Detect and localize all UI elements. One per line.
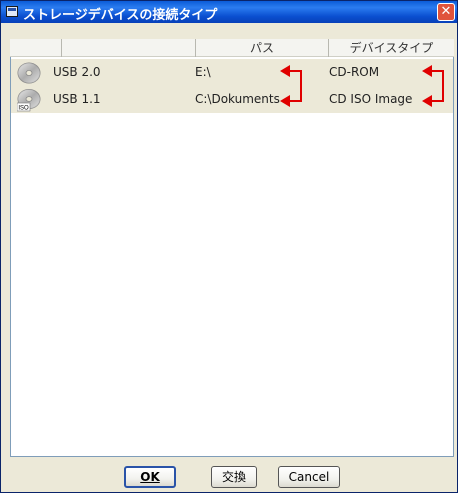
path-swap-arrow-icon — [280, 65, 302, 107]
cd-iso-disc-icon: ISO — [17, 89, 41, 112]
button-bar: OK 交換 Cancel — [10, 457, 454, 489]
device-type: CD ISO Image — [329, 92, 413, 106]
window-icon — [6, 6, 18, 17]
column-header-name[interactable] — [62, 39, 196, 57]
iso-badge: ISO — [18, 106, 29, 112]
device-name: USB 1.1 — [53, 92, 101, 106]
cd-disc-icon — [17, 62, 41, 84]
column-header-icon[interactable] — [10, 39, 62, 57]
cancel-button[interactable]: Cancel — [278, 466, 340, 488]
device-name: USB 2.0 — [53, 65, 101, 79]
column-header-device-type[interactable]: デバイスタイプ — [329, 39, 454, 57]
device-path: C:\Dokuments — [195, 92, 280, 106]
window-title: ストレージデバイスの接続タイプ — [23, 8, 218, 23]
device-path: E:\ — [195, 65, 211, 79]
title-bar[interactable]: ストレージデバイスの接続タイプ ✕ — [1, 1, 457, 23]
dialog-window: ストレージデバイスの接続タイプ ✕ パス デバイスタイプ USB 2.0 E:\… — [0, 0, 458, 493]
device-type-swap-arrow-icon — [422, 65, 444, 107]
column-header-path[interactable]: パス — [196, 39, 329, 57]
table-header: パス デバイスタイプ — [10, 39, 454, 57]
ok-button-label: OK — [140, 470, 160, 484]
table-row[interactable]: USB 2.0 E:\ CD-ROM — [11, 59, 453, 86]
table-row[interactable]: ISO USB 1.1 C:\Dokuments CD ISO Image — [11, 86, 453, 113]
device-type: CD-ROM — [329, 65, 380, 79]
close-button[interactable]: ✕ — [437, 3, 455, 21]
swap-button[interactable]: 交換 — [211, 466, 257, 488]
ok-button[interactable]: OK — [124, 466, 176, 488]
